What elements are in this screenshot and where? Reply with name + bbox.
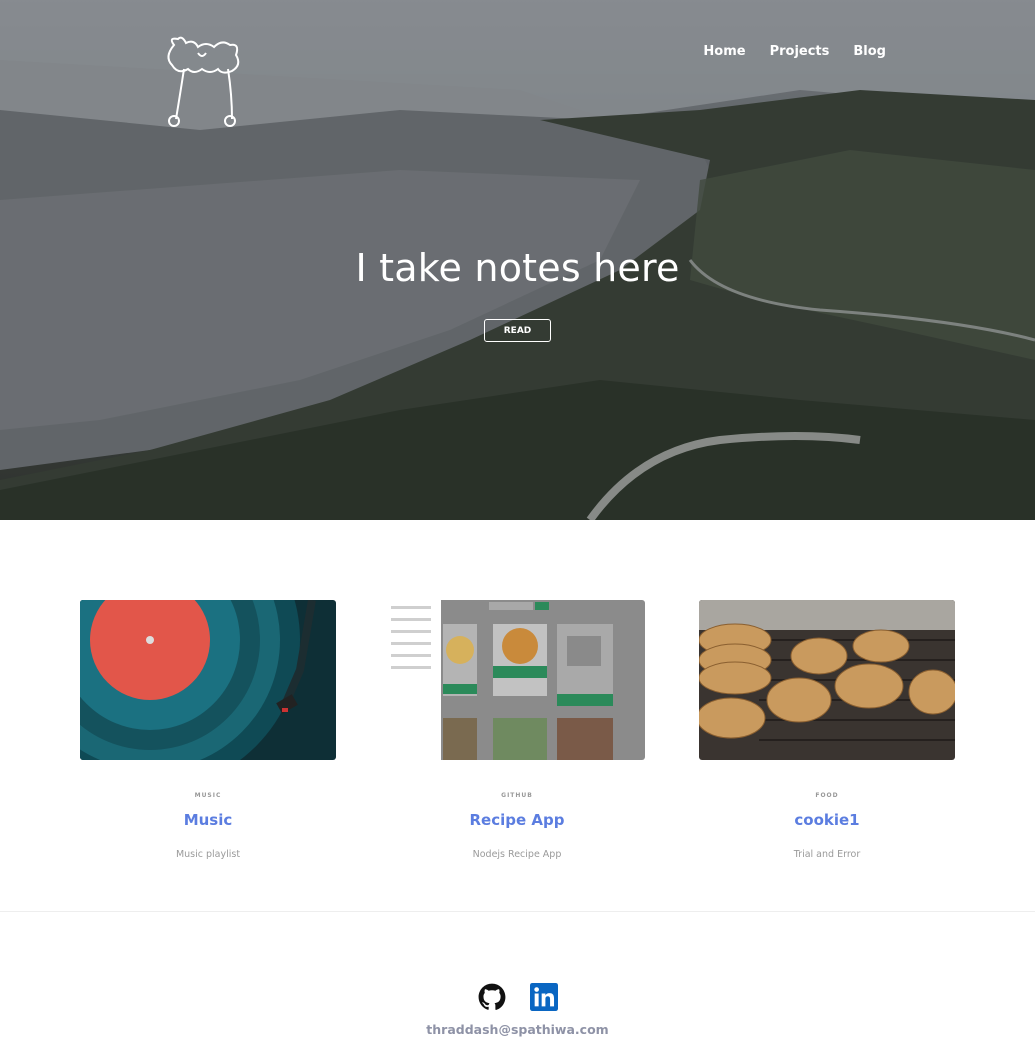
nav-projects-link[interactable]: Projects [770, 44, 830, 59]
recipe-app-screenshot [389, 600, 645, 760]
card-description: Music playlist [175, 849, 241, 860]
card-description: Nodejs Recipe App [472, 849, 562, 860]
card-title[interactable]: Recipe App [389, 811, 645, 829]
card-thumbnail[interactable] [389, 600, 645, 760]
card-thumbnail[interactable] [699, 600, 955, 760]
main-nav: Home Projects Blog [703, 44, 886, 59]
footer-divider [0, 911, 1035, 912]
vinyl-record-image [80, 600, 336, 760]
hero-title: I take notes here [355, 246, 680, 290]
read-button[interactable]: READ [484, 319, 551, 342]
contact-email[interactable]: thraddash@spathiwa.com [0, 1022, 1035, 1037]
card-category: GITHUB [501, 792, 533, 799]
card-thumbnail[interactable] [80, 600, 336, 760]
hero-banner: Home Projects Blog I take notes here REA… [0, 0, 1035, 520]
site-logo[interactable] [160, 35, 244, 129]
card-music[interactable]: MUSIC Music Music playlist [80, 600, 336, 860]
social-links [478, 983, 558, 1011]
card-title[interactable]: Music [80, 811, 336, 829]
nav-home-link[interactable]: Home [703, 44, 745, 59]
card-category: FOOD [815, 792, 839, 799]
card-cookie1[interactable]: FOOD cookie1 Trial and Error [699, 600, 955, 860]
linkedin-icon[interactable] [530, 983, 558, 1011]
card-recipe-app[interactable]: GITHUB Recipe App Nodejs Recipe App [389, 600, 645, 860]
cookies-on-rack-image [699, 600, 955, 760]
card-title[interactable]: cookie1 [699, 811, 955, 829]
card-category: MUSIC [194, 792, 222, 799]
nav-blog-link[interactable]: Blog [853, 44, 886, 59]
card-description: Trial and Error [793, 849, 861, 860]
github-icon[interactable] [478, 983, 506, 1011]
